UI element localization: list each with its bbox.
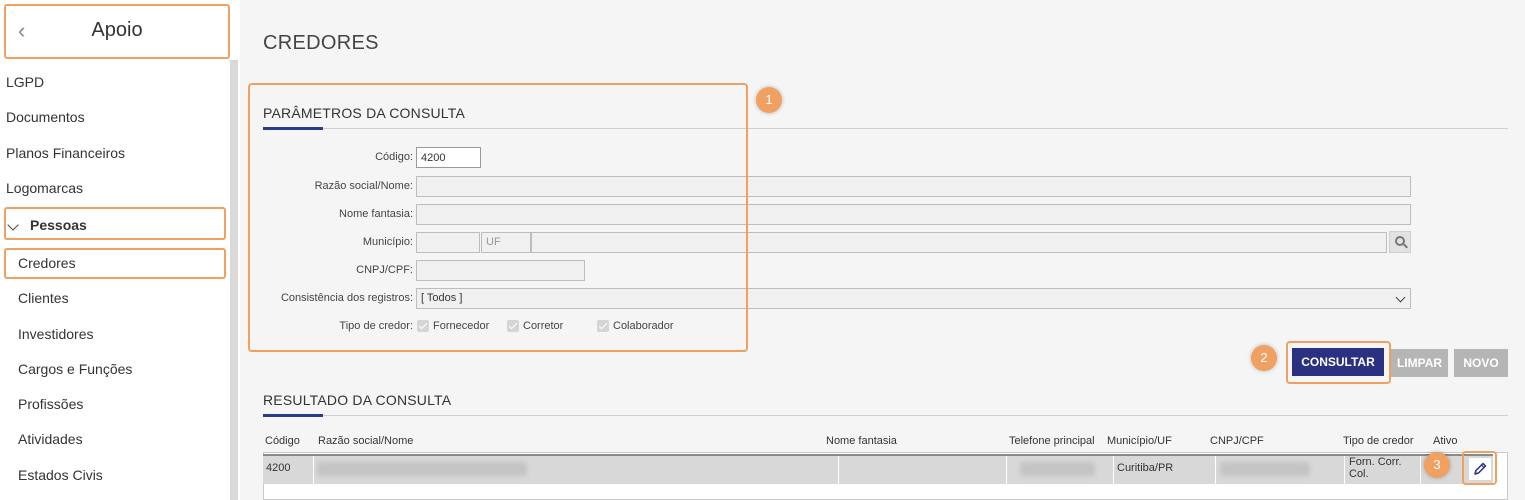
col-municipio[interactable]: Município/UF [1107,435,1172,447]
sidebar-item-lgpd[interactable]: LGPD [6,74,44,90]
limpar-button[interactable]: LIMPAR [1391,349,1448,377]
results-section-title: RESULTADO DA CONSULTA [263,392,452,408]
cell-tipo: Forn. Corr. Col. [1349,456,1402,480]
sidebar-item-atividades[interactable]: Atividades [18,431,83,447]
sidebar: ‹ Apoio LGPD Documentos Planos Financeir… [0,0,238,500]
results-accent [263,414,323,417]
col-fantasia[interactable]: Nome fantasia [826,435,897,447]
step-badge-2: 2 [1251,345,1277,371]
sidebar-item-planos-financeiros[interactable]: Planos Financeiros [6,145,125,161]
col-tipo[interactable]: Tipo de credor [1343,435,1414,447]
edit-button[interactable] [1469,458,1491,480]
pencil-icon [1469,458,1491,480]
sidebar-item-documentos[interactable]: Documentos [6,109,85,125]
cell-razao-redacted [317,462,527,476]
sidebar-item-profissoes[interactable]: Profissões [18,396,83,412]
page-title: CREDORES [263,32,379,54]
sidebar-item-cargos-funcoes[interactable]: Cargos e Funções [18,361,132,377]
sidebar-item-logomarcas[interactable]: Logomarcas [6,180,83,196]
col-telefone[interactable]: Telefone principal [1009,435,1095,447]
consultar-button[interactable]: CONSULTAR [1292,348,1384,376]
col-ativo[interactable]: Ativo [1433,435,1457,447]
cell-municipio: Curitiba/PR [1117,462,1174,474]
novo-button[interactable]: NOVO [1454,349,1508,377]
col-codigo[interactable]: Código [265,435,300,447]
cell-telefone-redacted [1020,462,1095,476]
sidebar-scrollbar[interactable] [230,60,238,500]
step-badge-3: 3 [1424,452,1450,478]
sidebar-header: ‹ Apoio [4,4,230,59]
sidebar-item-estados-civis[interactable]: Estados Civis [18,467,103,483]
col-cnpj[interactable]: CNPJ/CPF [1210,435,1264,447]
sidebar-item-investidores[interactable]: Investidores [18,326,93,342]
sidebar-title: Apoio [91,19,143,41]
col-razao[interactable]: Razão social/Nome [318,435,413,447]
sidebar-item-credores[interactable]: Credores [18,255,76,271]
search-municipio-button[interactable] [1389,231,1411,253]
params-highlight [248,83,748,352]
step-badge-1: 1 [756,87,782,113]
cell-cnpj-redacted [1220,462,1310,476]
sidebar-group-label: Pessoas [30,217,87,233]
cell-codigo: 4200 [266,462,291,474]
sidebar-item-clientes[interactable]: Clientes [18,290,69,306]
results-divider [263,415,1508,416]
